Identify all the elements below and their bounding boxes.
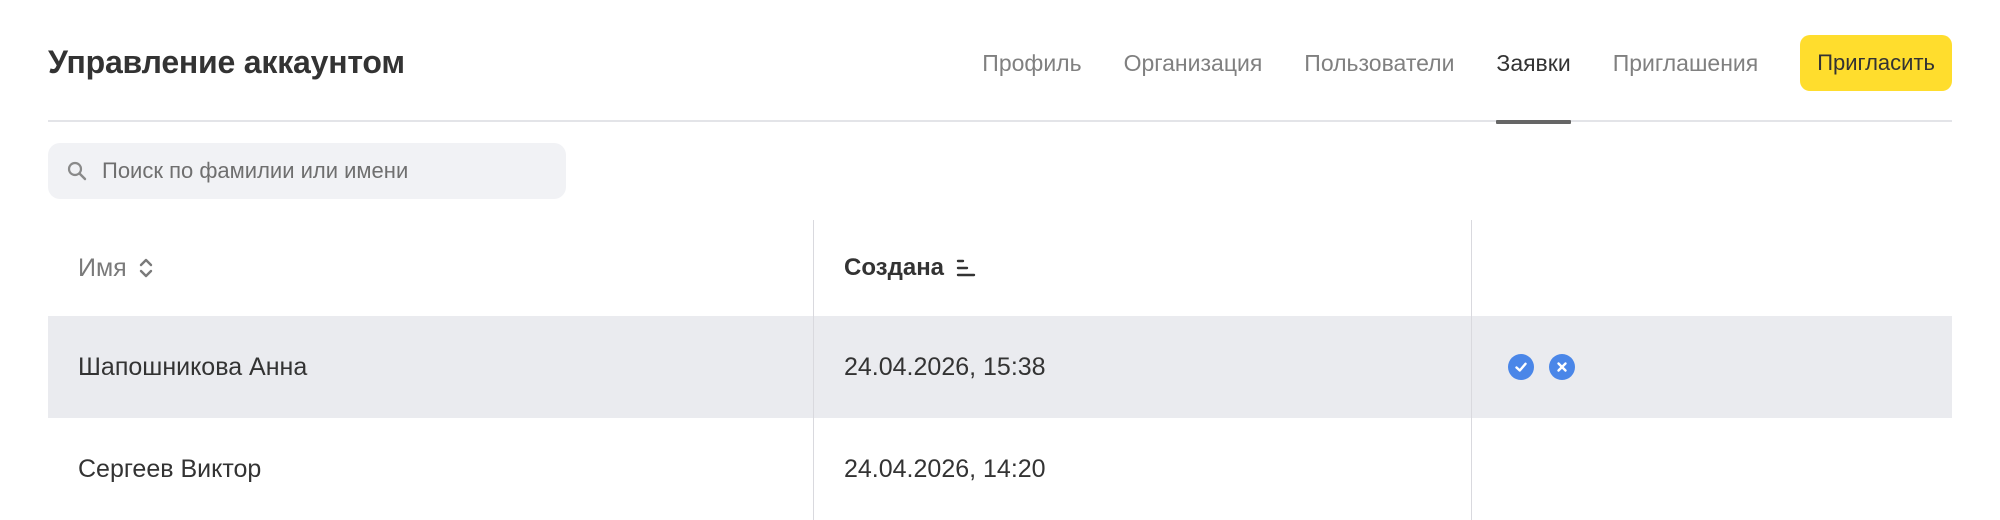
sort-descending-icon[interactable] xyxy=(956,258,976,278)
cell-actions xyxy=(1472,418,1952,520)
approve-icon[interactable] xyxy=(1508,354,1534,380)
table-row[interactable]: Шапошникова Анна 24.04.2026, 15:38 xyxy=(48,316,1952,418)
page-title: Управление аккаунтом xyxy=(48,44,405,80)
column-header-created-label: Создана xyxy=(844,254,945,281)
reject-icon[interactable] xyxy=(1549,354,1575,380)
column-header-name: Имя xyxy=(48,220,814,316)
column-header-actions xyxy=(1472,220,1952,316)
tab-nav: Профиль Организация Пользователи Заявки … xyxy=(982,0,1952,124)
cell-created: 24.04.2026, 15:38 xyxy=(814,316,1472,418)
sort-toggle-icon[interactable] xyxy=(139,256,153,280)
tab-profile[interactable]: Профиль xyxy=(982,0,1081,122)
tab-users[interactable]: Пользователи xyxy=(1304,0,1454,122)
cell-actions xyxy=(1472,316,1952,418)
search-box xyxy=(48,143,566,199)
tab-requests[interactable]: Заявки xyxy=(1496,0,1571,124)
cell-name: Шапошникова Анна xyxy=(48,316,814,418)
column-header-created: Создана xyxy=(814,220,1472,316)
tab-invitations[interactable]: Приглашения xyxy=(1613,0,1759,122)
search-icon xyxy=(66,160,88,182)
search-input[interactable] xyxy=(102,158,566,184)
account-management-page: Управление аккаунтом Профиль Организация… xyxy=(0,0,2000,520)
table-header-row: Имя Создана xyxy=(48,220,1952,316)
invite-button[interactable]: Пригласить xyxy=(1800,35,1952,91)
cell-name: Сергеев Виктор xyxy=(48,418,814,520)
page-header: Управление аккаунтом Профиль Организация… xyxy=(48,0,1952,124)
table-row[interactable]: Сергеев Виктор 24.04.2026, 14:20 xyxy=(48,418,1952,520)
requests-table: Имя Создана Шапошникова Анна 24.04.2026,… xyxy=(48,220,1952,520)
cell-created: 24.04.2026, 14:20 xyxy=(814,418,1472,520)
tab-organization[interactable]: Организация xyxy=(1124,0,1263,122)
column-header-name-label: Имя xyxy=(78,253,127,282)
